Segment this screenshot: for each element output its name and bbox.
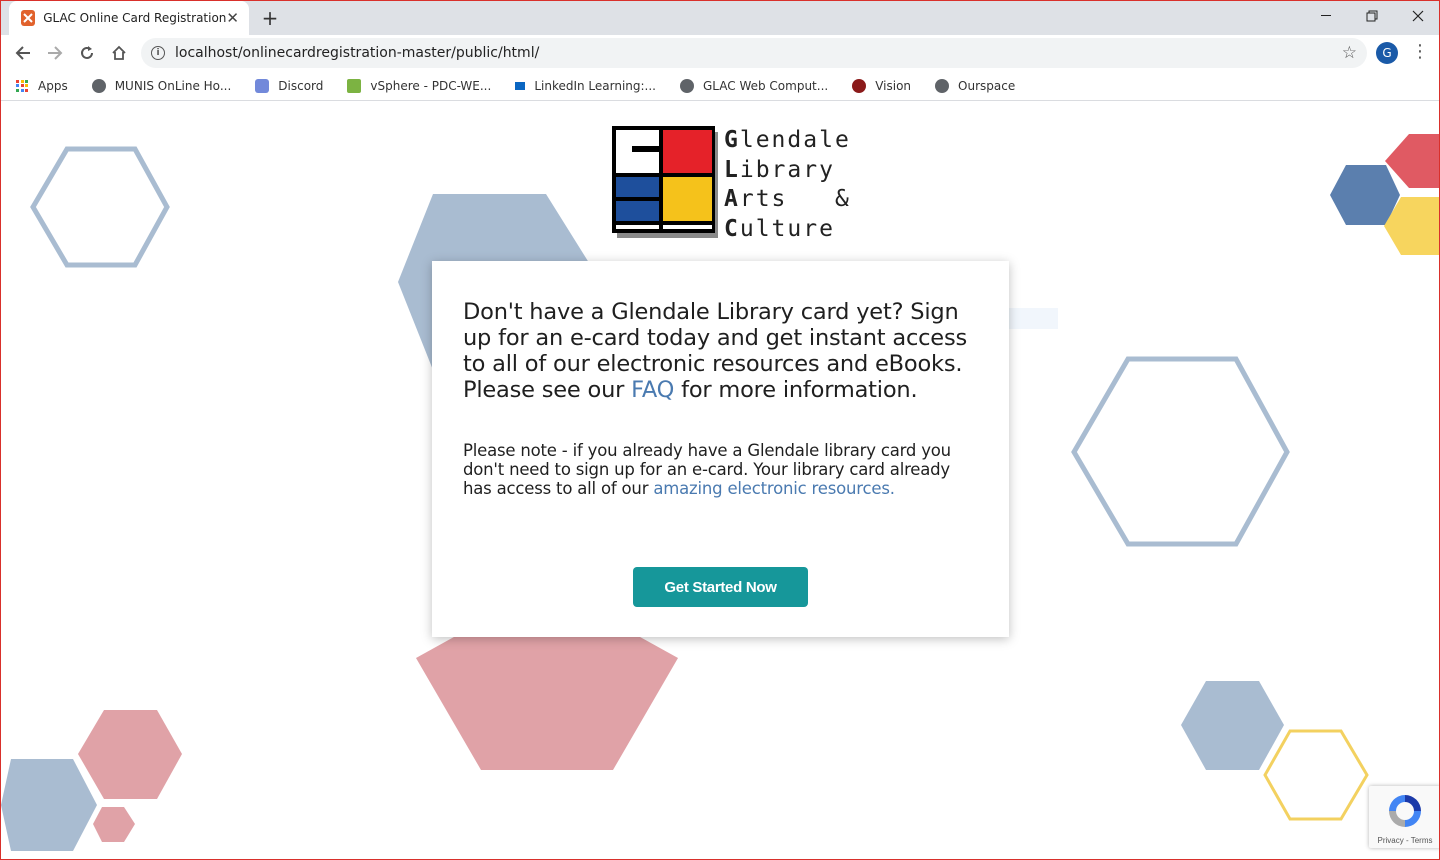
recaptcha-badge[interactable]: Privacy - Terms: [1369, 786, 1439, 848]
url-text: localhost/onlinecardregistration-master/…: [175, 45, 540, 61]
bookmark-munis[interactable]: MUNIS OnLine Ho...: [91, 78, 232, 93]
browser-window: GLAC Online Card Registration ✕ + i loca…: [0, 0, 1440, 860]
globe-icon: [935, 78, 950, 93]
hexagon-filled-red-small: [93, 807, 135, 842]
close-window-button[interactable]: [1395, 1, 1439, 31]
bookmark-ourspace[interactable]: Ourspace: [935, 78, 1016, 93]
profile-avatar[interactable]: G: [1376, 42, 1398, 64]
recaptcha-icon: [1389, 795, 1421, 827]
linkedin-learning-icon: [515, 81, 526, 90]
bookmark-label: Discord: [278, 78, 324, 93]
hexagon-filled-red-bottom-left: [78, 710, 182, 799]
restore-button[interactable]: [1349, 1, 1395, 31]
hexagon-filled-blue-bottom: [1181, 681, 1284, 770]
hexagon-filled-red-large: [416, 622, 678, 770]
address-bar[interactable]: i localhost/onlinecardregistration-maste…: [141, 38, 1367, 68]
hexagon-filled-blue-corner: [1330, 165, 1400, 225]
back-button[interactable]: [9, 39, 37, 67]
logo-wordmark: Glendale Library Arts & Culture: [724, 126, 851, 244]
bookmark-label: Vision: [875, 78, 912, 93]
logo-line-arts: Arts &: [724, 186, 851, 212]
bookmark-discord[interactable]: Discord: [255, 78, 324, 93]
bookmark-star-icon[interactable]: ☆: [1342, 43, 1357, 63]
logo-line-culture: Culture: [724, 215, 835, 242]
bookmark-linkedin-learning[interactable]: LinkedIn Learning:...: [515, 79, 656, 93]
new-tab-button[interactable]: +: [259, 7, 281, 29]
faq-link[interactable]: FAQ: [631, 377, 674, 403]
bookmark-vision[interactable]: Vision: [852, 78, 912, 93]
logo-line-glendale: Glendale: [724, 127, 851, 153]
tab-strip: GLAC Online Card Registration ✕ +: [1, 1, 1439, 35]
vision-icon: [852, 78, 867, 93]
discord-icon: [255, 78, 270, 93]
globe-icon: [680, 78, 694, 93]
hexagon-outline-blue-right: [1071, 356, 1290, 547]
forward-button[interactable]: [41, 39, 69, 67]
bookmark-label: MUNIS OnLine Ho...: [114, 78, 232, 93]
logo-line-library: Library: [724, 156, 835, 183]
bookmark-vsphere[interactable]: vSphere - PDC-WE...: [347, 78, 492, 93]
reload-button[interactable]: [73, 39, 101, 67]
browser-toolbar: i localhost/onlinecardregistration-maste…: [1, 35, 1439, 71]
bookmark-glac-web[interactable]: GLAC Web Comput...: [680, 78, 829, 93]
xampp-favicon-icon: [21, 10, 36, 26]
reload-icon: [81, 46, 93, 59]
bookmark-label: LinkedIn Learning:...: [534, 78, 656, 93]
existing-card-note: Please note - if you already have a Glen…: [463, 441, 979, 498]
apps-grid-icon: [15, 79, 29, 93]
hexagon-filled-red-corner: [1385, 134, 1439, 188]
hexagon-outline-blue: [30, 146, 170, 268]
back-arrow-icon: [15, 46, 30, 60]
page-content: Glendale Library Arts & Culture Window S…: [1, 102, 1439, 859]
home-button[interactable]: [105, 39, 133, 67]
bookmark-label: vSphere - PDC-WE...: [370, 78, 492, 93]
glac-logo: Glendale Library Arts & Culture: [612, 126, 849, 242]
tab-active[interactable]: GLAC Online Card Registration ✕: [9, 1, 249, 35]
recaptcha-links[interactable]: Privacy - Terms: [1369, 836, 1439, 845]
hexagon-filled-blue-bottom-left: [1, 759, 97, 851]
bookmark-apps[interactable]: Apps: [15, 79, 68, 93]
info-icon[interactable]: i: [151, 46, 165, 60]
signup-headline: Don't have a Glendale Library card yet? …: [463, 299, 979, 403]
bookmarks-bar: Apps MUNIS OnLine Ho... Discord vSphere …: [1, 71, 1439, 101]
hexagon-outline-yellow-bottom: [1263, 729, 1369, 821]
electronic-resources-link[interactable]: amazing electronic resources.: [653, 479, 895, 498]
get-started-button[interactable]: Get Started Now: [633, 567, 808, 607]
forward-arrow-icon: [48, 46, 63, 60]
globe-icon: [91, 78, 106, 93]
vsphere-icon: [347, 78, 362, 93]
headline-text-end: for more information.: [674, 377, 918, 403]
tab-close-icon[interactable]: ✕: [226, 9, 239, 27]
bookmark-label: Apps: [38, 78, 68, 93]
tab-title: GLAC Online Card Registration: [43, 11, 227, 25]
bookmark-label: GLAC Web Comput...: [703, 78, 829, 93]
home-icon: [112, 45, 126, 60]
bookmark-label: Ourspace: [958, 78, 1016, 93]
minimize-button[interactable]: [1303, 1, 1349, 31]
menu-dots-icon[interactable]: ⋮: [1411, 41, 1429, 62]
signup-card: Don't have a Glendale Library card yet? …: [432, 261, 1009, 637]
